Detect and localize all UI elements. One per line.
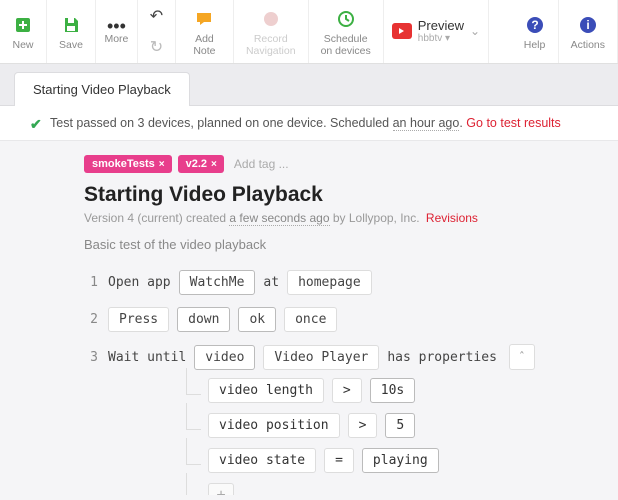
more-button[interactable]: ••• More — [96, 0, 137, 63]
close-icon[interactable]: × — [159, 159, 165, 170]
redo-icon: ↻ — [150, 37, 163, 57]
svg-text:i: i — [586, 18, 589, 32]
preview-button[interactable]: Preview hbbtv ▾ ⌄ — [384, 0, 489, 63]
step-token[interactable]: once — [284, 307, 337, 332]
step-token[interactable]: ok — [238, 307, 276, 332]
add-property-button[interactable]: + — [208, 483, 234, 495]
save-icon — [60, 14, 82, 36]
redo-button[interactable]: ↻ — [138, 32, 175, 64]
record-nav-button[interactable]: Record Navigation — [234, 0, 309, 63]
collapse-button[interactable]: ˆ — [509, 344, 535, 370]
step-row: 3 Wait until video Video Player has prop… — [84, 344, 604, 370]
new-button[interactable]: New — [0, 0, 47, 63]
undo-icon: ↶ — [150, 6, 163, 26]
actions-button[interactable]: i Actions — [559, 0, 618, 63]
step-number: 2 — [84, 312, 98, 327]
check-icon: ✔ — [30, 116, 42, 133]
step-token[interactable]: down — [177, 307, 230, 332]
step-token[interactable]: Press — [108, 307, 169, 332]
step-token[interactable]: WatchMe — [179, 270, 256, 295]
preview-label: Preview — [418, 19, 464, 33]
close-icon[interactable]: × — [211, 159, 217, 170]
property-row: video length > 10s — [208, 378, 604, 403]
step-number: 3 — [84, 350, 98, 365]
schedule-button[interactable]: Schedule on devices — [309, 0, 384, 63]
save-label: Save — [59, 40, 83, 52]
chevron-down-icon: ▾ — [445, 33, 450, 44]
add-note-button[interactable]: Add Note — [176, 0, 234, 63]
help-button[interactable]: ? Help — [512, 0, 559, 63]
step-token[interactable]: Video Player — [263, 345, 379, 370]
actions-label: Actions — [571, 40, 605, 52]
prop-value[interactable]: playing — [362, 448, 439, 473]
step-token[interactable]: video — [194, 345, 255, 370]
help-icon: ? — [524, 14, 546, 36]
status-when[interactable]: an hour ago — [393, 116, 460, 131]
prop-op[interactable]: > — [348, 413, 378, 438]
note-icon — [193, 8, 215, 30]
clock-icon — [335, 8, 357, 30]
schedule-label: Schedule on devices — [321, 34, 371, 57]
step-text: at — [263, 275, 279, 290]
plus-icon: + — [216, 487, 225, 495]
step-text: Wait until — [108, 350, 186, 365]
more-icon: ••• — [107, 19, 126, 33]
tag[interactable]: smokeTests× — [84, 155, 172, 173]
new-icon — [12, 14, 34, 36]
more-label: More — [104, 33, 128, 45]
new-label: New — [12, 40, 33, 52]
prop-name[interactable]: video state — [208, 448, 316, 473]
created-when[interactable]: a few seconds ago — [229, 211, 329, 226]
status-bar: ✔ Test passed on 3 devices, planned on o… — [0, 106, 618, 141]
prop-op[interactable]: = — [324, 448, 354, 473]
step-row: 2 Press down ok once — [84, 307, 604, 332]
play-icon — [392, 23, 412, 39]
save-button[interactable]: Save — [47, 0, 96, 63]
page-title: Starting Video Playback — [84, 183, 604, 207]
preview-sub: hbbtv ▾ — [418, 33, 464, 44]
svg-text:?: ? — [531, 18, 538, 32]
record-nav-label: Record Navigation — [246, 34, 296, 57]
step-token[interactable]: homepage — [287, 270, 372, 295]
prop-value[interactable]: 5 — [385, 413, 415, 438]
prop-value[interactable]: 10s — [370, 378, 415, 403]
add-property-row: + — [208, 483, 604, 495]
step-number: 1 — [84, 275, 98, 290]
test-results-link[interactable]: Go to test results — [466, 116, 560, 130]
step-row: 1 Open app WatchMe at homepage — [84, 270, 604, 295]
property-row: video position > 5 — [208, 413, 604, 438]
prop-name[interactable]: video length — [208, 378, 324, 403]
main-toolbar: New Save ••• More ↶ ↻ Add Note Record Na… — [0, 0, 618, 64]
description: Basic test of the video playback — [84, 237, 604, 252]
meta-line: Version 4 (current) created a few second… — [84, 211, 604, 225]
chevron-up-icon: ˆ — [518, 350, 525, 364]
page-body: smokeTests× v2.2× Add tag ... Starting V… — [0, 141, 618, 495]
add-note-label: Add Note — [193, 34, 215, 57]
record-icon — [260, 8, 282, 30]
add-tag-button[interactable]: Add tag ... — [234, 157, 289, 171]
tab-active[interactable]: Starting Video Playback — [14, 72, 190, 106]
tags-row: smokeTests× v2.2× Add tag ... — [84, 155, 604, 173]
step-text: Open app — [108, 275, 171, 290]
property-rows: video length > 10s video position > 5 vi… — [208, 378, 604, 495]
tab-strip: Starting Video Playback — [0, 64, 618, 106]
undo-button[interactable]: ↶ — [138, 0, 175, 32]
prop-op[interactable]: > — [332, 378, 362, 403]
tag[interactable]: v2.2× — [178, 155, 224, 173]
chevron-down-icon: ⌄ — [470, 24, 480, 38]
help-label: Help — [524, 40, 546, 52]
info-icon: i — [577, 14, 599, 36]
step-text: has properties — [387, 350, 497, 365]
property-row: video state = playing — [208, 448, 604, 473]
prop-name[interactable]: video position — [208, 413, 340, 438]
revisions-link[interactable]: Revisions — [426, 211, 478, 225]
status-text: Test passed on 3 devices, planned on one… — [50, 116, 393, 130]
